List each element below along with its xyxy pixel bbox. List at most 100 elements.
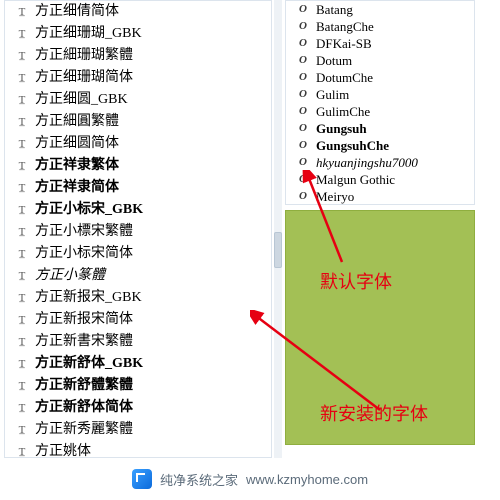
font-row[interactable]: T̲方正細珊瑚繁體 xyxy=(5,45,271,67)
font-row[interactable]: T̲方正细珊瑚_GBK xyxy=(5,23,271,45)
font-name: 方正小篆體 xyxy=(35,265,105,287)
green-panel xyxy=(285,210,475,445)
font-row[interactable]: OMalgun Gothic xyxy=(286,171,474,188)
font-name: BatangChe xyxy=(316,18,374,35)
opentype-icon: O xyxy=(296,137,310,154)
opentype-icon: O xyxy=(296,18,310,35)
font-row[interactable]: T̲ 方正新报宋简体 xyxy=(5,309,271,331)
font-name: DFKai-SB xyxy=(316,35,372,52)
truetype-icon: T̲ xyxy=(15,155,29,177)
font-name: 方正小標宋繁體 xyxy=(35,221,133,243)
font-row[interactable]: T̲ 方正新报宋_GBK xyxy=(5,287,271,309)
font-name: Dotum xyxy=(316,52,352,69)
font-row[interactable]: T̲ 方正小标宋_GBK xyxy=(5,199,271,221)
truetype-icon: T̲ xyxy=(15,177,29,199)
left-font-pane: T̲方正细倩简体T̲方正细珊瑚_GBKT̲方正細珊瑚繁體T̲方正细珊瑚简体T̲方… xyxy=(4,0,272,458)
font-row[interactable]: O DFKai-SB xyxy=(286,35,474,52)
site-name: 纯净系统之家 xyxy=(160,470,238,489)
truetype-icon: T̲ xyxy=(15,309,29,331)
font-row[interactable]: O Dotum xyxy=(286,52,474,69)
font-name: Meiryo xyxy=(316,188,354,205)
font-name: 方正细倩简体 xyxy=(35,1,119,23)
font-row[interactable]: T̲方正新書宋繁體 xyxy=(5,331,271,353)
font-name: 方正细珊瑚_GBK xyxy=(35,23,142,45)
font-row[interactable]: T̲ 方正新舒体_GBK xyxy=(5,353,271,375)
truetype-icon: T̲ xyxy=(15,265,29,287)
font-name: Gungsuh xyxy=(316,120,367,137)
font-name: 方正新报宋简体 xyxy=(35,309,133,331)
font-name: GulimChe xyxy=(316,103,370,120)
font-row[interactable]: T̲ 方正细倩简体 xyxy=(5,1,271,23)
font-name: 方正细圆简体 xyxy=(35,133,119,155)
opentype-icon: O xyxy=(296,35,310,52)
left-scrollbar[interactable] xyxy=(274,0,282,458)
truetype-icon: T̲ xyxy=(15,353,29,375)
font-row[interactable]: T̲方正细圆_GBK xyxy=(5,89,271,111)
font-name: Batang xyxy=(316,1,353,18)
left-font-list[interactable]: T̲方正细倩简体T̲方正细珊瑚_GBKT̲方正細珊瑚繁體T̲方正细珊瑚简体T̲方… xyxy=(5,1,271,458)
font-row[interactable]: OGulim xyxy=(286,86,474,103)
font-name: 方正姚体 xyxy=(35,441,91,458)
truetype-icon: T̲ xyxy=(15,375,29,397)
font-name: 方正祥隶简体 xyxy=(35,177,119,199)
font-row[interactable]: T̲ 方正祥隶繁体 xyxy=(5,155,271,177)
truetype-icon: T̲ xyxy=(15,287,29,309)
right-font-pane: O Batang O BatangChe O DFKai-SB O Dotum O DotumCh… xyxy=(285,0,475,205)
font-row[interactable]: O BatangChe xyxy=(286,18,474,35)
font-name: 方正新秀麗繁體 xyxy=(35,419,133,441)
font-row[interactable]: T̲ 方正祥隶简体 xyxy=(5,177,271,199)
truetype-icon: T̲ xyxy=(15,419,29,441)
font-name: 方正新舒体_GBK xyxy=(35,353,143,375)
font-row[interactable]: T̲ 方正小標宋繁體 xyxy=(5,221,271,243)
font-row[interactable]: OMeiryo xyxy=(286,188,474,205)
font-name: 方正新报宋_GBK xyxy=(35,287,142,309)
truetype-icon: T̲ xyxy=(15,199,29,221)
site-url[interactable]: www.kzmyhome.com xyxy=(246,472,368,487)
truetype-icon: T̲ xyxy=(15,133,29,155)
footer: 纯净系统之家 www.kzmyhome.com xyxy=(4,460,496,498)
font-row[interactable]: T̲方正細圓繁體 xyxy=(5,111,271,133)
font-row[interactable]: T̲ 方正小篆體 xyxy=(5,265,271,287)
opentype-icon: O xyxy=(296,1,310,18)
right-font-list[interactable]: O Batang O BatangChe O DFKai-SB O Dotum O DotumCh… xyxy=(286,1,474,205)
truetype-icon: T̲ xyxy=(15,67,29,89)
font-name: Gulim xyxy=(316,86,349,103)
font-name: 方正小标宋简体 xyxy=(35,243,133,265)
opentype-icon: O xyxy=(296,103,310,120)
font-row[interactable]: O GulimChe xyxy=(286,103,474,120)
font-name: 方正小标宋_GBK xyxy=(35,199,143,221)
font-name: 方正祥隶繁体 xyxy=(35,155,119,177)
font-row[interactable]: T̲ 方正细珊瑚简体 xyxy=(5,67,271,89)
font-row[interactable]: O DotumChe xyxy=(286,69,474,86)
scroll-thumb[interactable] xyxy=(274,232,282,268)
font-name: 方正新書宋繁體 xyxy=(35,331,133,353)
site-logo-icon xyxy=(132,469,152,489)
opentype-icon: O xyxy=(296,154,310,171)
opentype-icon: O xyxy=(296,69,310,86)
truetype-icon: T̲ xyxy=(15,221,29,243)
font-name: Malgun Gothic xyxy=(316,171,395,188)
font-row[interactable]: Ohkyuanjingshu7000 xyxy=(286,154,474,171)
font-name: DotumChe xyxy=(316,69,373,86)
font-row[interactable]: O GungsuhChe xyxy=(286,137,474,154)
font-row[interactable]: T̲方正新舒體繁體 xyxy=(5,375,271,397)
truetype-icon: T̲ xyxy=(15,1,29,23)
font-name: 方正細圓繁體 xyxy=(35,111,119,133)
font-name: hkyuanjingshu7000 xyxy=(316,154,418,171)
font-row[interactable]: T̲ 方正细圆简体 xyxy=(5,133,271,155)
opentype-icon: O xyxy=(296,120,310,137)
font-name: GungsuhChe xyxy=(316,137,389,154)
truetype-icon: T̲ xyxy=(15,89,29,111)
font-row[interactable]: O Batang xyxy=(286,1,474,18)
font-row[interactable]: T̲ 方正姚体 xyxy=(5,441,271,458)
font-row[interactable]: T̲方正小标宋简体 xyxy=(5,243,271,265)
font-name: 方正细珊瑚简体 xyxy=(35,67,133,89)
font-row[interactable]: T̲ 方正新舒体简体 xyxy=(5,397,271,419)
font-name: 方正細珊瑚繁體 xyxy=(35,45,133,67)
font-row[interactable]: O Gungsuh xyxy=(286,120,474,137)
truetype-icon: T̲ xyxy=(15,441,29,458)
font-name: 方正新舒体简体 xyxy=(35,397,133,419)
opentype-icon: O xyxy=(296,52,310,69)
truetype-icon: T̲ xyxy=(15,397,29,419)
font-row[interactable]: T̲ 方正新秀麗繁體 xyxy=(5,419,271,441)
